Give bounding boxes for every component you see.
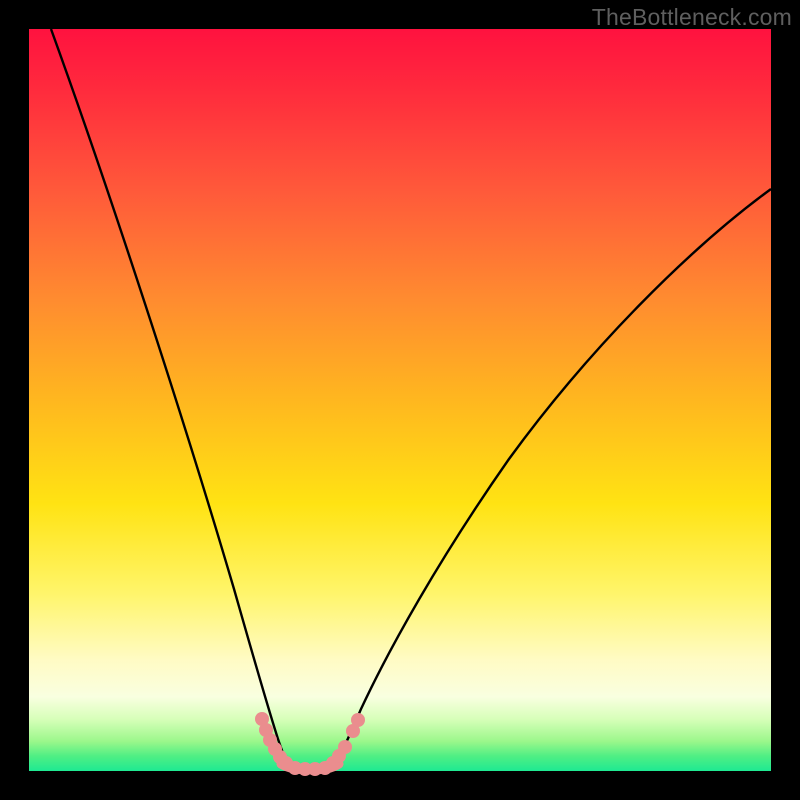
chart-svg	[29, 29, 771, 771]
watermark-text: TheBottleneck.com	[592, 4, 792, 31]
chart-frame: TheBottleneck.com	[0, 0, 800, 800]
right-curve	[335, 189, 771, 765]
left-curve	[51, 29, 288, 765]
